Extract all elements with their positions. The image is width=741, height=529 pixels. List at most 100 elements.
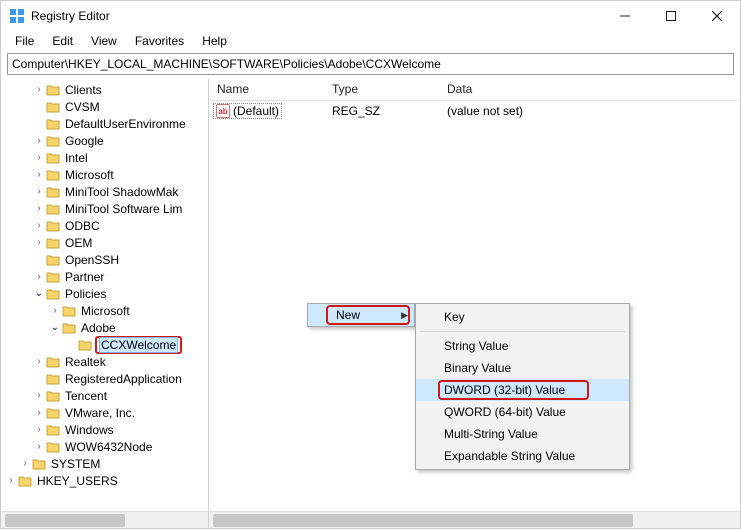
chevron-right-icon[interactable]: ›	[33, 220, 45, 231]
folder-icon	[45, 134, 61, 148]
tree-node[interactable]: ›Microsoft	[5, 302, 208, 319]
chevron-right-icon[interactable]: ›	[33, 169, 45, 180]
folder-icon	[45, 287, 61, 301]
chevron-right-icon[interactable]: ›	[33, 390, 45, 401]
address-text: Computer\HKEY_LOCAL_MACHINE\SOFTWARE\Pol…	[12, 57, 441, 71]
tree-label: RegisteredApplication	[63, 372, 184, 386]
folder-icon	[45, 423, 61, 437]
tree-pane[interactable]: ›Clients CVSM DefaultUserEnvironme ›Goog…	[1, 79, 209, 528]
folder-icon	[45, 83, 61, 97]
tree-node[interactable]: ›Google	[5, 132, 208, 149]
context-label: QWORD (64-bit) Value	[444, 405, 566, 419]
tree-node[interactable]: CVSM	[5, 98, 208, 115]
tree-label: Realtek	[63, 355, 108, 369]
tree-label: CVSM	[63, 100, 102, 114]
chevron-right-icon[interactable]: ›	[33, 135, 45, 146]
value-type: REG_SZ	[324, 104, 439, 118]
tree-node[interactable]: › VMware, Inc.	[5, 404, 208, 421]
tree-node[interactable]: ›Intel	[5, 149, 208, 166]
chevron-right-icon[interactable]: ›	[33, 407, 45, 418]
context-item-binary[interactable]: Binary Value	[416, 357, 629, 379]
chevron-right-icon[interactable]: ›	[33, 441, 45, 452]
close-button[interactable]	[694, 1, 740, 31]
tree-node[interactable]: ⌄ Policies	[5, 285, 208, 302]
tree-node[interactable]: › Microsoft	[5, 166, 208, 183]
folder-icon	[31, 457, 47, 471]
folder-icon	[45, 100, 61, 114]
col-type[interactable]: Type	[324, 79, 439, 100]
chevron-right-icon[interactable]: ›	[33, 152, 45, 163]
tree-node[interactable]: › MiniTool ShadowMak	[5, 183, 208, 200]
folder-icon	[45, 202, 61, 216]
menu-edit[interactable]: Edit	[44, 32, 81, 50]
tree-node[interactable]: ›SYSTEM	[5, 455, 208, 472]
folder-icon	[45, 270, 61, 284]
tree-node[interactable]: DefaultUserEnvironme	[5, 115, 208, 132]
chevron-down-icon[interactable]: ⌄	[33, 288, 45, 299]
maximize-button[interactable]	[648, 1, 694, 31]
tree-label: Policies	[63, 287, 108, 301]
chevron-right-icon[interactable]: ›	[33, 84, 45, 95]
menu-help[interactable]: Help	[194, 32, 235, 50]
tree-node[interactable]: ›Tencent	[5, 387, 208, 404]
tree-label: OEM	[63, 236, 94, 250]
app-icon	[9, 8, 25, 24]
chevron-right-icon[interactable]: ›	[5, 475, 17, 486]
menu-favorites[interactable]: Favorites	[127, 32, 192, 50]
col-data[interactable]: Data	[439, 79, 740, 100]
minimize-button[interactable]	[602, 1, 648, 31]
chevron-right-icon[interactable]: ›	[33, 186, 45, 197]
tree-node[interactable]: ›HKEY_USERS	[5, 472, 208, 489]
tree-scrollbar-h[interactable]	[1, 511, 208, 528]
context-item-new[interactable]: New ▶	[308, 304, 414, 326]
folder-icon	[61, 321, 77, 335]
context-item-multi[interactable]: Multi-String Value	[416, 423, 629, 445]
folder-icon	[45, 253, 61, 267]
address-bar[interactable]: Computer\HKEY_LOCAL_MACHINE\SOFTWARE\Pol…	[7, 53, 734, 75]
folder-icon	[45, 389, 61, 403]
list-scrollbar-h[interactable]	[209, 511, 740, 528]
tree-node[interactable]: ›MiniTool Software Lim	[5, 200, 208, 217]
tree-label: CCXWelcome	[99, 337, 178, 353]
tree-label: Microsoft	[63, 168, 116, 182]
menu-view[interactable]: View	[83, 32, 125, 50]
context-item-key[interactable]: Key	[416, 306, 629, 328]
col-name[interactable]: Name	[209, 79, 324, 100]
separator	[420, 331, 625, 332]
chevron-right-icon[interactable]: ›	[33, 203, 45, 214]
folder-icon	[45, 185, 61, 199]
chevron-right-icon[interactable]: ›	[33, 356, 45, 367]
tree-node[interactable]: ›Clients	[5, 81, 208, 98]
tree-node[interactable]: ›WOW6432Node	[5, 438, 208, 455]
tree-node-selected[interactable]: CCXWelcome	[5, 336, 208, 353]
context-item-string[interactable]: String Value	[416, 335, 629, 357]
folder-icon	[17, 474, 33, 488]
tree-node[interactable]: ⌄Adobe	[5, 319, 208, 336]
context-item-expand[interactable]: Expandable String Value	[416, 445, 629, 467]
chevron-right-icon[interactable]: ›	[33, 237, 45, 248]
tree-node[interactable]: ›Windows	[5, 421, 208, 438]
tree-node[interactable]: › Realtek	[5, 353, 208, 370]
context-item-dword[interactable]: DWORD (32-bit) Value	[416, 379, 629, 401]
tree-label: Partner	[63, 270, 106, 284]
tree-node[interactable]: RegisteredApplication	[5, 370, 208, 387]
list-row[interactable]: ab (Default) REG_SZ (value not set)	[209, 101, 740, 121]
folder-icon	[45, 168, 61, 182]
context-label: Multi-String Value	[444, 427, 538, 441]
tree-node[interactable]: › OEM	[5, 234, 208, 251]
menu-file[interactable]: File	[7, 32, 42, 50]
tree-node[interactable]: › ODBC	[5, 217, 208, 234]
chevron-right-icon[interactable]: ›	[19, 458, 31, 469]
chevron-right-icon[interactable]: ›	[33, 271, 45, 282]
tree-label: MiniTool ShadowMak	[63, 185, 180, 199]
chevron-down-icon[interactable]: ⌄	[49, 322, 61, 333]
chevron-right-icon[interactable]: ›	[33, 424, 45, 435]
chevron-right-icon[interactable]: ›	[49, 305, 61, 316]
context-item-qword[interactable]: QWORD (64-bit) Value	[416, 401, 629, 423]
tree-node[interactable]: OpenSSH	[5, 251, 208, 268]
tree-label: ODBC	[63, 219, 102, 233]
tree-label: VMware, Inc.	[63, 406, 137, 420]
context-label: Binary Value	[444, 361, 511, 375]
tree-node[interactable]: › Partner	[5, 268, 208, 285]
menu-bar: File Edit View Favorites Help	[1, 31, 740, 51]
